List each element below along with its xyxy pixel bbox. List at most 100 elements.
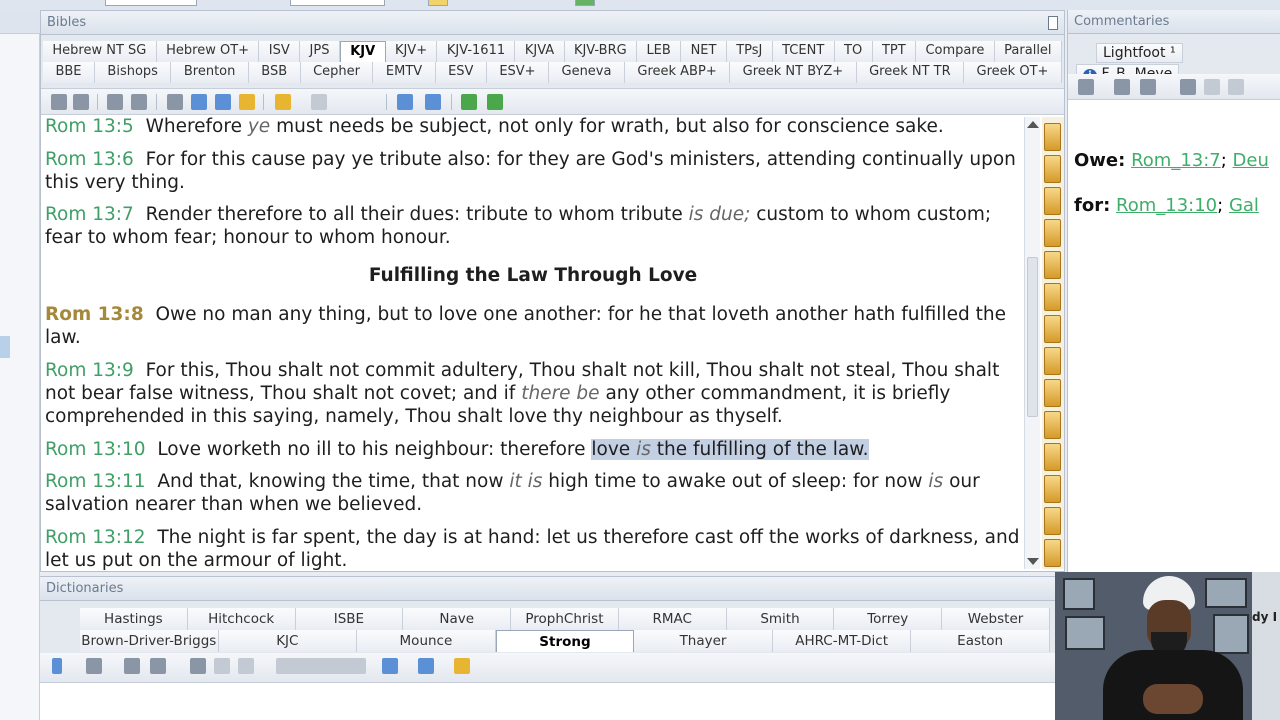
link-icon[interactable] bbox=[454, 658, 470, 674]
commentary-tab-lightfoot[interactable]: Lightfoot ¹ bbox=[1096, 43, 1183, 63]
forward-arrow-icon[interactable] bbox=[487, 94, 503, 110]
tab-parallel[interactable]: Parallel bbox=[994, 41, 1062, 62]
verse-reference[interactable]: Rom 13:11 bbox=[45, 471, 146, 492]
copy-verses-icon[interactable] bbox=[238, 658, 254, 674]
commentary-link[interactable]: Rom_13:10 bbox=[1116, 195, 1217, 216]
bible-scrollbar[interactable] bbox=[1024, 117, 1040, 569]
tab-greek-abp[interactable]: Greek ABP+ bbox=[624, 62, 731, 83]
tab-tpsj[interactable]: TPsJ bbox=[726, 41, 773, 62]
tab-kjva[interactable]: KJVA bbox=[515, 41, 565, 62]
back-arrow-icon[interactable] bbox=[461, 94, 477, 110]
tab-bbe[interactable]: BBE bbox=[43, 62, 95, 83]
zoom-icon[interactable] bbox=[397, 94, 413, 110]
export-icon[interactable] bbox=[86, 658, 102, 674]
copy-verses-icon[interactable] bbox=[215, 94, 231, 110]
verse-reference[interactable]: Rom 13:6 bbox=[45, 149, 134, 170]
verse-rom-13-8[interactable]: Rom 13:8 Owe no man any thing, but to lo… bbox=[45, 303, 1021, 349]
tab-hebrew-ot[interactable]: Hebrew OT+ bbox=[156, 41, 260, 62]
back-arrow-icon[interactable] bbox=[52, 658, 62, 674]
tab-hebrew-nt-sg[interactable]: Hebrew NT SG bbox=[43, 41, 157, 62]
top-reference-field[interactable] bbox=[290, 0, 385, 6]
bookmark-icon[interactable] bbox=[1044, 187, 1061, 215]
commentary-link[interactable]: Rom_13:7 bbox=[1131, 150, 1221, 171]
dict-tab-prophchrist[interactable]: ProphChrist bbox=[511, 608, 619, 630]
verse-reference[interactable]: Rom 13:5 bbox=[45, 116, 134, 137]
bookmark-icon[interactable] bbox=[1044, 443, 1061, 471]
top-toolbar-icon[interactable] bbox=[575, 0, 595, 6]
document-icon[interactable] bbox=[190, 658, 206, 674]
tab-kjv-1611[interactable]: KJV-1611 bbox=[437, 41, 516, 62]
verse-rom-13-6[interactable]: Rom 13:6 For for this cause pay ye tribu… bbox=[45, 148, 1021, 194]
dict-tab-nave[interactable]: Nave bbox=[403, 608, 512, 630]
tab-kjv[interactable]: KJV bbox=[339, 41, 386, 62]
tab-brenton[interactable]: Brenton bbox=[171, 62, 249, 83]
copy-icon[interactable] bbox=[214, 658, 230, 674]
dict-tab-smith[interactable]: Smith bbox=[726, 608, 835, 630]
dict-tab-brown-driver-briggs[interactable]: Brown-Driver-Briggs bbox=[80, 630, 219, 652]
dict-tab-mounce[interactable]: Mounce bbox=[357, 630, 496, 652]
tab-to[interactable]: TO bbox=[834, 41, 873, 62]
document-icon[interactable] bbox=[167, 94, 183, 110]
tab-compare[interactable]: Compare bbox=[916, 41, 995, 62]
bookmark-icon[interactable] bbox=[1044, 347, 1061, 375]
tab-emtv[interactable]: EMTV bbox=[373, 62, 436, 83]
dict-tab-webster[interactable]: Webster bbox=[942, 608, 1050, 630]
verse-reference[interactable]: Rom 13:12 bbox=[45, 527, 146, 548]
bookmark-icon[interactable] bbox=[1044, 155, 1061, 183]
book-icon[interactable] bbox=[418, 658, 434, 674]
verse-rom-13-7[interactable]: Rom 13:7 Render therefore to all their d… bbox=[45, 203, 1021, 249]
find-icon[interactable] bbox=[131, 94, 147, 110]
binoculars-search-icon[interactable] bbox=[124, 658, 140, 674]
scroll-up-arrow-icon[interactable] bbox=[1027, 121, 1039, 128]
verse-reference[interactable]: Rom 13:8 bbox=[45, 304, 144, 325]
tab-kjv-brg[interactable]: KJV-BRG bbox=[564, 41, 638, 62]
find-icon[interactable] bbox=[150, 658, 166, 674]
top-toolbar-icon[interactable] bbox=[428, 0, 448, 6]
tab-bishops[interactable]: Bishops bbox=[94, 62, 172, 83]
bible-text-view[interactable]: Rom 13:5 Wherefore ye must needs be subj… bbox=[45, 115, 1021, 571]
tab-isv[interactable]: ISV bbox=[259, 41, 301, 62]
top-search-field[interactable] bbox=[105, 0, 197, 6]
find-icon[interactable] bbox=[1140, 79, 1156, 95]
scroll-thumb[interactable] bbox=[1027, 257, 1038, 417]
dict-tab-torrey[interactable]: Torrey bbox=[834, 608, 943, 630]
tab-greek-nt-byz[interactable]: Greek NT BYZ+ bbox=[730, 62, 857, 83]
tab-geneva[interactable]: Geneva bbox=[549, 62, 625, 83]
dict-tab-hastings[interactable]: Hastings bbox=[80, 608, 188, 630]
bookmark-icon[interactable] bbox=[1044, 475, 1061, 503]
bookmark-icon[interactable] bbox=[1044, 315, 1061, 343]
dict-tab-isbe[interactable]: ISBE bbox=[295, 608, 404, 630]
bookmark-icon[interactable] bbox=[1044, 283, 1061, 311]
tab-greek-nt-tr[interactable]: Greek NT TR bbox=[856, 62, 965, 83]
tab-cepher[interactable]: Cepher bbox=[300, 62, 374, 83]
dict-tab-strong[interactable]: Strong bbox=[495, 630, 635, 652]
export-icon[interactable] bbox=[1078, 79, 1094, 95]
bookmark-icon[interactable] bbox=[1044, 379, 1061, 407]
tab-greek-ot[interactable]: Greek OT+ bbox=[964, 62, 1062, 83]
document-icon[interactable] bbox=[1180, 79, 1196, 95]
dict-tab-hitchcock[interactable]: Hitchcock bbox=[187, 608, 296, 630]
verse-rom-13-9[interactable]: Rom 13:9 For this, Thou shalt not commit… bbox=[45, 359, 1021, 428]
tab-esv[interactable]: ESV bbox=[435, 62, 487, 83]
verse-rom-13-12[interactable]: Rom 13:12 The night is far spent, the da… bbox=[45, 526, 1021, 571]
copy-verses-icon[interactable] bbox=[1228, 79, 1244, 95]
tab-esv[interactable]: ESV+ bbox=[486, 62, 550, 83]
verse-reference[interactable]: Rom 13:9 bbox=[45, 360, 134, 381]
dict-tab-easton[interactable]: Easton bbox=[911, 630, 1050, 652]
bookmark-icon[interactable] bbox=[1044, 251, 1061, 279]
dict-tab-rmac[interactable]: RMAC bbox=[618, 608, 727, 630]
tab-jps[interactable]: JPS bbox=[300, 41, 340, 62]
scroll-down-arrow-icon[interactable] bbox=[1027, 558, 1039, 565]
tab-leb[interactable]: LEB bbox=[637, 41, 682, 62]
pin-icon[interactable] bbox=[1048, 16, 1058, 30]
bookmark-icon[interactable] bbox=[1044, 411, 1061, 439]
compare-icon[interactable] bbox=[239, 94, 255, 110]
left-panel-marker[interactable] bbox=[0, 336, 10, 358]
tab-kjv[interactable]: KJV+ bbox=[385, 41, 438, 62]
binoculars-search-icon[interactable] bbox=[107, 94, 123, 110]
commentary-link[interactable]: Deu bbox=[1233, 150, 1269, 171]
binoculars-search-icon[interactable] bbox=[1114, 79, 1130, 95]
export-icon[interactable] bbox=[51, 94, 67, 110]
highlight-icon[interactable] bbox=[275, 94, 291, 110]
font-icon[interactable] bbox=[311, 94, 327, 110]
